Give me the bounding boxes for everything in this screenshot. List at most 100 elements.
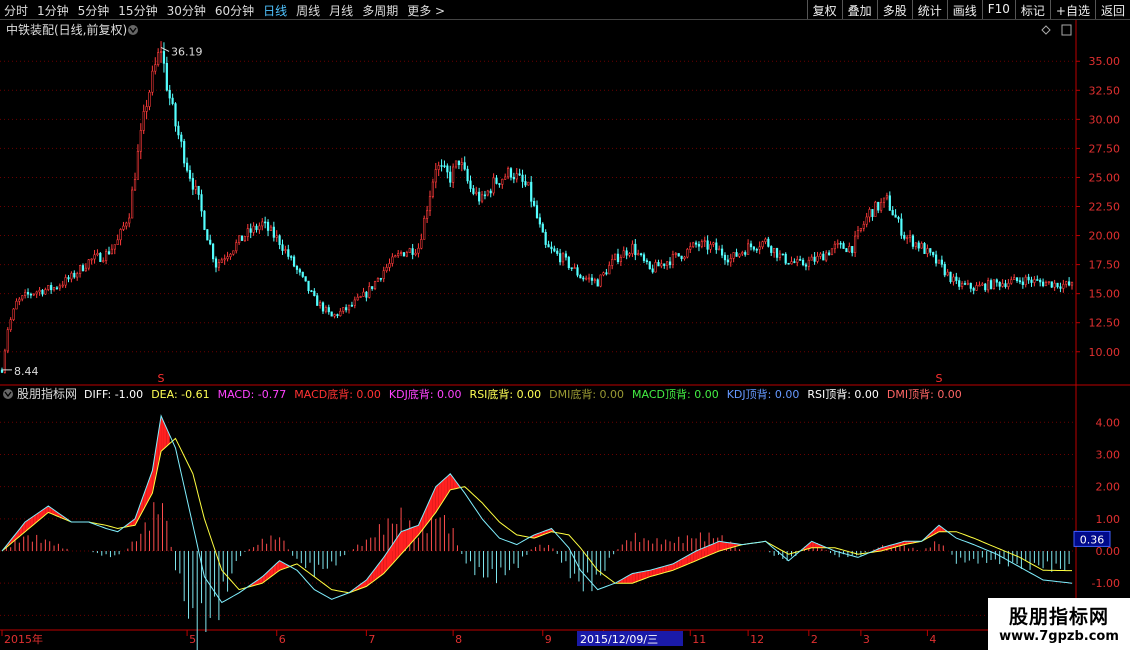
candle-body — [87, 259, 90, 269]
candle-body — [353, 299, 356, 306]
candle-body — [683, 256, 686, 260]
candle-body — [232, 250, 235, 255]
candle-body — [966, 282, 969, 285]
candle-body — [399, 252, 403, 254]
candle-body — [397, 253, 400, 256]
candle-body — [6, 329, 9, 352]
candle-body — [188, 170, 192, 179]
candle-body — [29, 293, 33, 296]
candle-body — [324, 307, 327, 312]
candle-body — [833, 243, 836, 250]
candle-body — [773, 248, 776, 253]
candle-body — [217, 262, 220, 268]
candle-body — [911, 235, 915, 247]
diff-dea-band — [722, 541, 725, 551]
candle-body — [113, 244, 116, 250]
candle-body — [466, 168, 469, 182]
candle-body — [735, 252, 738, 257]
candle-body — [371, 286, 374, 289]
candle-body — [70, 272, 73, 280]
indicator-value-8: KDJ顶背: 0.00 — [727, 387, 800, 401]
candle-body — [741, 252, 744, 255]
candle-body — [1039, 279, 1042, 283]
candle-body — [203, 210, 206, 230]
candle-body — [671, 254, 675, 266]
candle-body — [463, 162, 466, 170]
diff-dea-band — [719, 541, 723, 551]
candle-body — [547, 244, 550, 248]
candle-body — [1053, 282, 1056, 288]
candle-body — [32, 293, 35, 296]
candle-body — [226, 256, 229, 260]
candle-body — [382, 270, 385, 279]
candle-body — [796, 259, 799, 263]
title-dropdown-icon — [128, 25, 138, 35]
candle-body — [778, 253, 782, 258]
candle-body — [295, 265, 299, 270]
candle-body — [1004, 283, 1007, 287]
candle-body — [963, 283, 967, 285]
candle-body — [235, 242, 238, 252]
candle-body — [686, 248, 689, 258]
candle-body — [634, 243, 637, 256]
indicator-value-9: RSI顶背: 0.00 — [807, 387, 879, 401]
candle-body — [804, 264, 808, 267]
candle-body — [900, 218, 903, 236]
candle-body — [556, 250, 559, 254]
candle-body — [333, 314, 336, 317]
candle-body — [723, 254, 727, 261]
candle-body — [385, 267, 388, 272]
candle-body — [116, 239, 119, 245]
candle-body — [402, 252, 406, 257]
candle-body — [472, 188, 475, 194]
candle-body — [894, 214, 897, 218]
candle-body — [622, 250, 625, 258]
diff-dea-band — [716, 541, 720, 553]
candle-body — [839, 242, 842, 245]
candles-group — [0, 41, 1074, 374]
candle-body — [284, 249, 287, 251]
candle-body — [391, 256, 394, 264]
diff-dea-band — [632, 572, 636, 584]
candle-body — [561, 253, 565, 263]
candle-body — [110, 248, 113, 255]
candle-body — [585, 277, 588, 280]
candle-body — [897, 217, 900, 220]
candle-body — [651, 268, 654, 273]
candle-body — [469, 180, 472, 189]
candle-body — [365, 291, 368, 298]
candle-body — [1018, 280, 1022, 283]
candle-body — [694, 242, 698, 245]
candle-body — [697, 244, 701, 247]
candle-body — [171, 97, 174, 104]
candle-body — [1021, 281, 1024, 285]
candle-body — [576, 267, 579, 276]
candle-body — [570, 267, 573, 269]
candle-body — [420, 239, 423, 249]
candle-body — [214, 258, 218, 268]
candle-body — [596, 279, 599, 287]
candle-body — [76, 273, 79, 278]
candle-body — [851, 246, 854, 253]
indicator-value-6: DMI底背: 0.00 — [549, 387, 624, 401]
candle-body — [631, 243, 634, 254]
candle-body — [877, 201, 880, 211]
macd-histogram — [5, 502, 1070, 650]
candle-body — [1024, 276, 1027, 285]
candle-body — [738, 253, 741, 257]
candle-body — [139, 130, 142, 152]
candle-body — [454, 160, 458, 168]
candle-body — [209, 239, 212, 245]
candle-body — [240, 235, 244, 241]
indicator-tick-label: -1.00 — [1092, 577, 1120, 590]
indicator-value-2: MACD: -0.77 — [218, 388, 287, 401]
candle-body — [553, 248, 556, 252]
candle-body — [640, 253, 643, 256]
candle-body — [200, 194, 203, 212]
price-tick-label: 10.00 — [1089, 346, 1121, 359]
candle-body — [943, 263, 946, 276]
stock-chart[interactable]: 10.0012.5015.0017.5020.0022.5025.0027.50… — [0, 0, 1130, 650]
candle-body — [987, 280, 990, 291]
candle-body — [478, 191, 481, 202]
candle-body — [1068, 281, 1071, 286]
